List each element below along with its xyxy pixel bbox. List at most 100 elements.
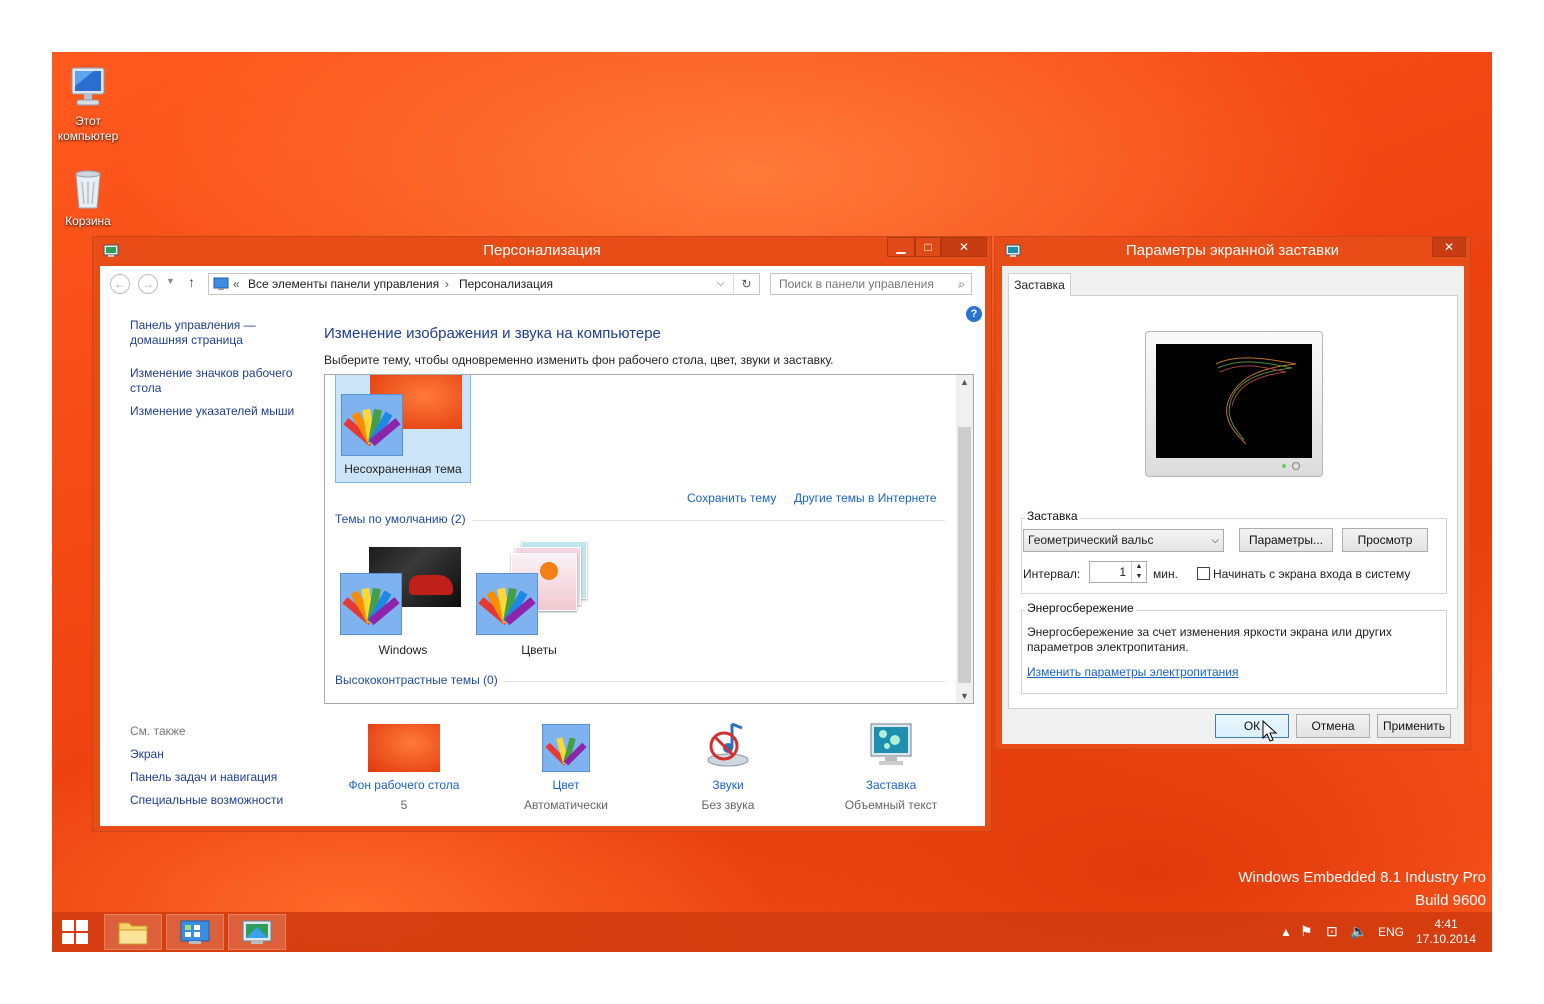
desktop-icon-computer[interactable]: Этот компьютер (52, 64, 128, 144)
start-button[interactable] (62, 920, 88, 944)
sidebar-desktop-icons-link[interactable]: Изменение значков рабочего стола (130, 366, 310, 396)
preview-button[interactable]: Просмотр (1342, 528, 1428, 552)
minutes-label: мин. (1153, 567, 1178, 581)
sounds-label: Звуки (712, 778, 744, 792)
high-contrast-group[interactable]: Высококонтрастные темы (0) (335, 673, 498, 687)
save-theme-link[interactable]: Сохранить тему (687, 491, 776, 505)
folder-icon (118, 922, 148, 945)
spin-down-icon[interactable]: ▼ (1131, 572, 1146, 582)
taskbar-explorer[interactable] (104, 914, 162, 950)
theme-label: Цветы (521, 643, 557, 657)
scroll-up-icon[interactable]: ▲ (956, 377, 973, 387)
interval-stepper[interactable]: 1 ▲ ▼ (1089, 561, 1147, 583)
screensaver-icon (1005, 244, 1021, 257)
desktop-icon-recycle-bin[interactable]: Корзина (52, 164, 128, 229)
search-icon: ⌕ (958, 277, 965, 291)
see-also-screen-link[interactable]: Экран (130, 747, 164, 761)
online-themes-link[interactable]: Другие темы в Интернете (794, 491, 937, 505)
scrollbar[interactable]: ▲ ▼ (956, 375, 973, 703)
personalization-client: ← → ▼ ↑ « Все элементы панели управления… (100, 266, 985, 826)
screensaver-icon (865, 718, 917, 772)
sounds-item[interactable]: Звуки Без звука (660, 718, 796, 812)
desktop-icon-label: компьютер (57, 129, 119, 143)
interval-label: Интервал: (1023, 567, 1081, 581)
interval-value: 1 (1119, 565, 1126, 579)
os-watermark: Windows Embedded 8.1 Industry Pro Build … (1238, 866, 1486, 912)
taskbar: ▲ ⚑ ⊡ 🔈 ENG 4:41 17.10.2014 (52, 912, 1492, 952)
theme-windows[interactable]: Windows (335, 541, 471, 661)
logon-checkbox-label[interactable]: Начинать с экрана входа в систему (1213, 567, 1410, 581)
see-also-label: См. также (130, 724, 186, 738)
scroll-thumb[interactable] (958, 427, 971, 683)
color-item[interactable]: Цвет Автоматически (498, 724, 634, 812)
power-settings-link[interactable]: Изменить параметры электропитания (1027, 665, 1238, 679)
back-button[interactable]: ← (110, 274, 130, 294)
volume-icon[interactable]: 🔈 (1350, 923, 1367, 940)
desktop-icon-label: Корзина (65, 214, 111, 228)
theme-unsaved[interactable]: Несохраненная тема (335, 375, 471, 483)
taskbar-personalization[interactable] (228, 914, 286, 950)
help-icon[interactable]: ? (966, 306, 982, 322)
screensaver-group-label: Заставка (1025, 509, 1080, 523)
sidebar-home-line2: домашняя страница (130, 333, 243, 347)
network-icon[interactable]: ⊡ (1326, 923, 1338, 940)
flag-icon[interactable]: ⚑ (1300, 923, 1313, 940)
title-bar[interactable]: Параметры экранной заставки (995, 237, 1470, 265)
address-bar[interactable]: « Все элементы панели управления › Персо… (208, 273, 760, 295)
forward-button[interactable]: → (138, 274, 158, 294)
screensaver-client: Заставка Заставка Геометрический вальс ⌵… (1002, 266, 1464, 744)
up-button[interactable]: ↑ (188, 274, 195, 290)
settings-button[interactable]: Параметры... (1239, 528, 1333, 552)
control-panel-icon (180, 920, 210, 944)
breadcrumb-item[interactable]: Персонализация (459, 274, 553, 294)
desktop-background-item[interactable]: Фон рабочего стола 5 (336, 724, 472, 812)
spin-up-icon[interactable]: ▲ (1131, 562, 1146, 572)
clock-date: 17.10.2014 (1416, 932, 1477, 946)
screensaver-value: Объемный текст (844, 798, 938, 812)
breadcrumb-item[interactable]: Все элементы панели управления (248, 274, 439, 294)
scroll-down-icon[interactable]: ▼ (956, 691, 973, 701)
window-title: Персонализация (483, 242, 601, 259)
recycle-bin-icon (64, 164, 112, 212)
desktop-icon-label: Этот (75, 114, 101, 128)
maximize-button[interactable]: □ (915, 237, 941, 257)
close-button[interactable]: ✕ (1432, 237, 1466, 257)
wallpaper-icon (368, 724, 440, 772)
logon-checkbox[interactable] (1197, 567, 1210, 580)
chevron-down-icon: ⌵ (1211, 535, 1219, 546)
monitor-power-led (1282, 464, 1286, 468)
see-also-accessibility-link[interactable]: Специальные возможности (130, 793, 283, 807)
sidebar-mouse-pointers-link[interactable]: Изменение указателей мыши (130, 404, 310, 419)
power-text-line2: параметров электропитания. (1027, 640, 1189, 654)
apply-button[interactable]: Применить (1377, 714, 1451, 738)
screensaver-select[interactable]: Геометрический вальс ⌵ (1023, 529, 1224, 552)
tray-show-hidden[interactable]: ▲ (1280, 925, 1292, 939)
minimize-button[interactable]: ▁ (887, 237, 915, 257)
preview-screen (1156, 344, 1312, 458)
os-build: Build 9600 (1415, 892, 1486, 909)
screensaver-dialog: Параметры экранной заставки ✕ Заставка З… (994, 236, 1471, 750)
breadcrumb-overflow[interactable]: « (233, 274, 240, 294)
refresh-icon[interactable]: ↻ (733, 274, 759, 294)
monitor-power-button (1292, 462, 1300, 470)
tab-screensaver[interactable]: Заставка (1008, 273, 1071, 296)
search-placeholder: Поиск в панели управления (779, 277, 934, 291)
default-themes-group[interactable]: Темы по умолчанию (2) (335, 512, 466, 526)
screensaver-item[interactable]: Заставка Объемный текст (823, 718, 959, 812)
recent-pages-chevron-icon[interactable]: ▼ (166, 276, 175, 286)
clock-time: 4:41 (1434, 917, 1458, 931)
address-dropdown-icon[interactable]: ⌵ (717, 274, 725, 294)
search-input[interactable]: Поиск в панели управления ⌕ (770, 273, 972, 295)
see-also-taskbar-link[interactable]: Панель задач и навигация (130, 770, 277, 784)
power-description: Энергосбережение за счет изменения яркос… (1027, 625, 1392, 655)
cancel-button[interactable]: Отмена (1296, 714, 1370, 738)
title-bar[interactable]: Персонализация (93, 237, 991, 265)
sidebar-icons-line1: Изменение значков рабочего (130, 366, 293, 380)
sidebar-home-line1: Панель управления — (130, 318, 256, 332)
taskbar-control-panel[interactable] (166, 914, 224, 950)
close-button[interactable]: ✕ (941, 237, 987, 257)
sidebar-home-link[interactable]: Панель управления — домашняя страница (130, 318, 310, 348)
language-indicator[interactable]: ENG (1378, 925, 1404, 939)
clock[interactable]: 4:41 17.10.2014 (1416, 917, 1476, 947)
theme-flowers[interactable]: Цветы (471, 541, 607, 661)
